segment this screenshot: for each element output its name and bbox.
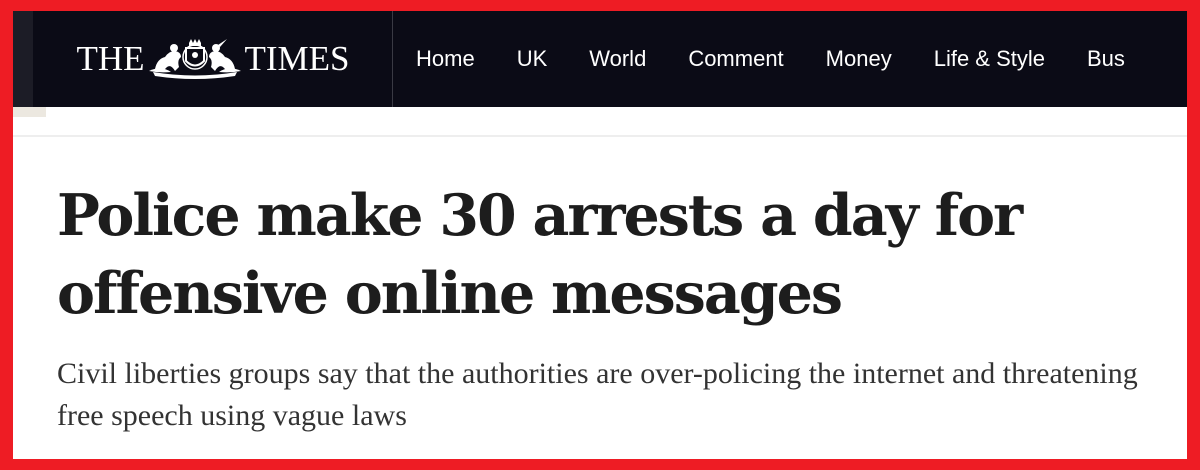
sub-navigation-marker [13, 107, 46, 117]
the-times-logo[interactable]: THE TIMES [33, 11, 393, 107]
section-navigation: Home UK World Comment Money Life & Style… [395, 11, 1146, 107]
article-headline: Police make 30 arrests a day for offensi… [57, 182, 1023, 327]
nav-divider [392, 11, 393, 107]
nav-item-business[interactable]: Bus [1066, 46, 1146, 72]
nav-item-uk[interactable]: UK [496, 46, 569, 72]
screenshot-frame: THE TIMES Home UK World Comment Money Li… [13, 11, 1187, 459]
nav-item-life-and-style[interactable]: Life & Style [913, 46, 1066, 72]
header-divider [13, 135, 1187, 137]
logo-word-times: TIMES [244, 39, 350, 78]
nav-item-comment[interactable]: Comment [667, 46, 804, 72]
nav-item-money[interactable]: Money [805, 46, 913, 72]
logo-word-the: THE [76, 39, 145, 78]
nav-item-home[interactable]: Home [395, 46, 496, 72]
nav-edge [13, 11, 33, 107]
nav-item-world[interactable]: World [568, 46, 667, 72]
top-navigation-bar: THE TIMES Home UK World Comment Money Li… [13, 11, 1187, 107]
royal-coat-of-arms-icon [148, 39, 241, 79]
sub-navigation-strip [13, 107, 1187, 119]
article-standfirst: Civil liberties groups say that the auth… [57, 357, 1138, 432]
